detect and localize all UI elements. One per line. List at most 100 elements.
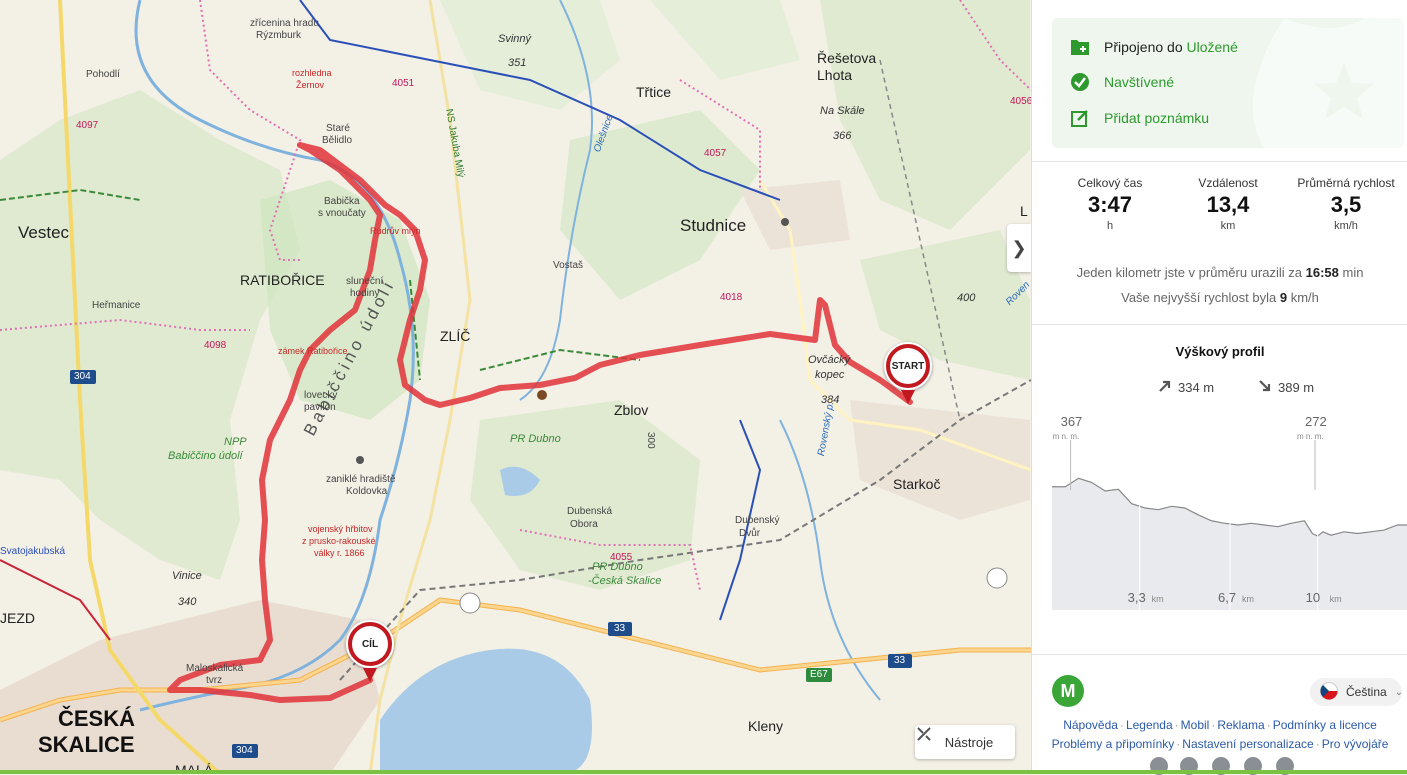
x-tick-unit: km [1242,594,1254,604]
visited-button[interactable]: Navštívené [1070,71,1174,93]
label-rozhledna-2: Žernov [296,80,325,90]
add-note-button[interactable]: Přidat poznámku [1070,107,1209,129]
stat-unit: km/h [1334,220,1358,232]
stat-unit: km [1220,220,1236,232]
divider [1032,161,1407,162]
pace-suffix: min [1342,265,1364,280]
label-4098: 4098 [204,340,227,351]
elevation-chart[interactable]: 3,3 km 6,7 km 10 km 367 m n. m. 272 m n. m. [1052,410,1407,614]
label-4056: 4056 [1010,96,1031,107]
peak-value-label: 367 [1061,414,1083,429]
link-separator: · [1266,718,1271,732]
language-select[interactable]: Čeština ⌄ [1310,678,1403,706]
road-304-label: 304 [74,371,91,382]
collapse-panel-button[interactable]: ❯ [1007,224,1031,272]
label-vinice-ele: 340 [178,596,197,608]
label-dvur: Dvůr [739,528,761,539]
label-vestec: Vestec [18,223,70,242]
label-ceska: ČESKÁ [58,706,136,731]
road-304-label-2: 304 [236,745,253,756]
map-graphics [0,0,1031,774]
label-dubenska: Dubenská [567,506,613,517]
label-pr-dubno: PR Dubno [510,433,561,445]
peak-unit-label: m n. m. [1297,432,1324,441]
start-pin-tail [901,390,915,404]
footer-link[interactable]: Legenda [1126,718,1173,732]
link-separator: · [1315,737,1320,751]
start-pin[interactable]: START [884,342,932,390]
footer-link[interactable]: Pro vývojáře [1322,737,1389,751]
label-dubensky: Dubenský [735,515,780,526]
finish-pin[interactable]: CÍL [346,620,394,668]
divider [1032,324,1407,325]
label-maloskalicka: Maloskalická [186,663,244,674]
add-note-label: Přidat poznámku [1104,110,1210,126]
label-l: L [1020,203,1028,219]
label-svinny-ele: 351 [508,57,527,69]
label-rozhledna-1: rozhledna [292,68,332,78]
footer-links-row-2: Problémy a připomínky · Nastavení personal… [1032,737,1407,751]
stat-label: Průměrná rychlost [1297,176,1395,190]
footer-link[interactable]: Podmínky a licence [1273,718,1377,732]
elevation-chart-svg: 3,3 km 6,7 km 10 km 367 m n. m. 272 m n. m. [1052,414,1407,610]
label-hrbitov-2: z prusko-rakouské [302,536,376,546]
label-obora: Obora [570,519,598,530]
footer-link[interactable]: Reklama [1217,718,1264,732]
label-pohodli: Pohodlí [86,69,120,80]
map-canvas[interactable]: 304 304 33 33 E67 Vestec RATIBOŘICE Stud… [0,0,1031,774]
label-stare: Staré [326,123,350,134]
label-pr-dubno-2b: -Česká Skalice [588,575,662,587]
x-tick-unit: km [1152,594,1164,604]
chevron-right-icon: ❯ [1011,237,1027,258]
label-400: 400 [957,292,976,304]
stat-value: 3,5 [1330,192,1362,217]
mapy-logo[interactable]: M [1052,675,1084,707]
label-lhota: Lhota [817,67,853,83]
label-zricenina-1: zřícenina hradu [250,18,319,29]
footer-link[interactable]: Nastavení personalizace [1182,737,1313,751]
label-hodiny: hodiny [350,288,380,299]
label-svinny: Svinný [498,33,532,45]
stats-row: Celkový čas 3:47 h Vzdálenost 13,4 km Pr… [1032,176,1407,236]
footer-link[interactable]: Mobil [1181,718,1210,732]
link-separator: · [1119,718,1124,732]
label-lovecky: lovecký [304,390,338,401]
connected-to-saved-item[interactable]: Připojeno do Uložené [1070,36,1238,58]
label-npp: NPP [224,436,247,448]
star-decoration-icon [1252,18,1404,148]
ascent-stat: 334 m [1158,379,1214,396]
label-hrbitov-3: války r. 1866 [314,548,365,558]
label-starkoc: Starkoč [893,476,941,492]
tools-button[interactable]: Nástroje [915,725,1015,759]
label-koldovka: Koldovka [346,486,388,497]
label-ovcacky: Ovčácký [808,354,851,366]
finish-pin-label: CÍL [352,626,388,662]
footer-link[interactable]: Problémy a připomínky [1052,737,1175,751]
arrow-down-right-icon [1258,379,1272,396]
saved-link[interactable]: Uložené [1187,39,1238,55]
label-hermanice: Heřmanice [92,300,141,311]
label-pavilon: pavilon [304,402,336,413]
label-4057: 4057 [704,148,727,159]
label-babicka: Babička [324,196,360,207]
footer-link[interactable]: Nápověda [1063,718,1118,732]
label-kopec: kopec [815,369,845,381]
peak-value-label: 272 [1305,414,1327,429]
road-33-label: 33 [614,623,626,634]
connected-text: Připojeno do Uložené [1104,39,1238,55]
label-300: 300 [645,432,656,449]
label-skalice: SKALICE [38,732,135,757]
start-pin-label: START [890,348,926,384]
max-speed-suffix: km/h [1290,290,1319,305]
tools-label: Nástroje [944,734,994,750]
folder-plus-icon [1070,37,1090,57]
stat-total-time: Celkový čas 3:47 h [1050,176,1170,232]
x-tick-label: 3,3 [1128,590,1146,605]
label-ratiborice: RATIBOŘICE [240,272,325,288]
label-tvrz: tvrz [206,675,223,686]
label-4051: 4051 [392,78,415,89]
label-4018: 4018 [720,292,743,303]
pace-sentence: Jeden kilometr jste v průměru urazili za… [1032,265,1407,280]
label-rudruv: Rudrův mlýn [370,226,421,236]
x-tick-label: 10 [1306,590,1320,605]
